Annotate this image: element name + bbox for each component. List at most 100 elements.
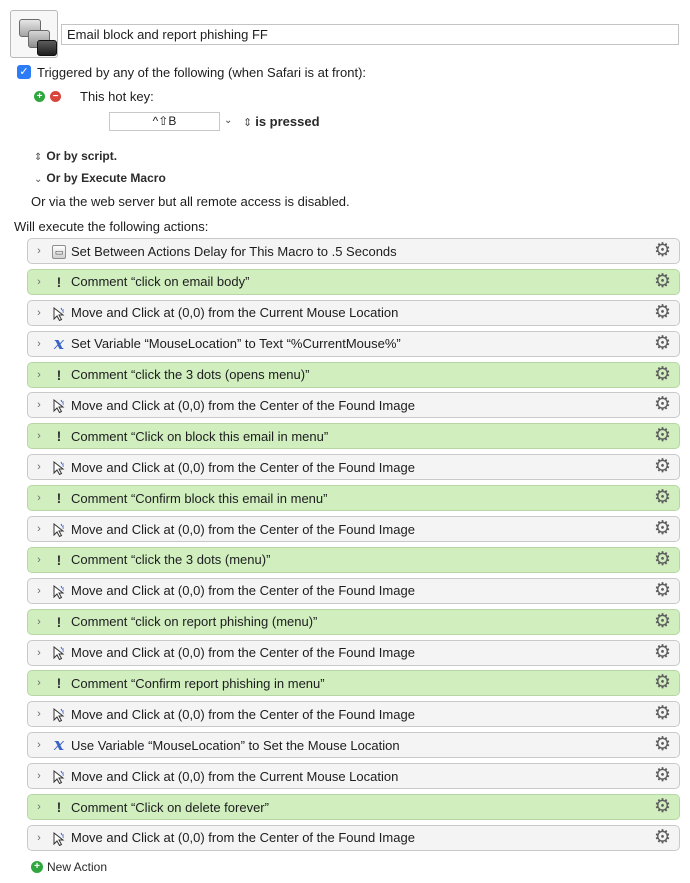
exclamation-icon: !	[56, 675, 62, 692]
action-label: Comment “click on report phishing (menu)…	[71, 614, 318, 630]
action-label: Comment “Click on block this email in me…	[71, 428, 329, 444]
action-row[interactable]: › Move and Click at (0,0) from the Curre…	[27, 763, 680, 790]
disclosure-chevron-icon[interactable]: ›	[28, 647, 50, 659]
trigger-checkbox[interactable]: ✓	[17, 65, 31, 79]
action-label: Comment “click the 3 dots (opens menu)”	[71, 367, 310, 383]
action-row[interactable]: › Move and Click at (0,0) from the Cente…	[27, 516, 680, 543]
hotkey-state-popup[interactable]: ⇕ is pressed	[243, 114, 320, 129]
chevron-down-icon[interactable]: ⌄	[224, 115, 232, 126]
exclamation-icon: !	[56, 366, 62, 383]
action-row[interactable]: › Move and Click at (0,0) from the Cente…	[27, 454, 680, 481]
action-row[interactable]: › Move and Click at (0,0) from the Cente…	[27, 392, 680, 419]
plus-circle-icon: +	[31, 861, 43, 873]
action-row[interactable]: › ! Comment “click on email body” ⚙	[27, 268, 680, 295]
macro-name-field[interactable]: Email block and report phishing FF	[61, 24, 679, 45]
gear-icon[interactable]: ⚙	[654, 365, 671, 384]
action-row[interactable]: › Move and Click at (0,0) from the Cente…	[27, 577, 680, 604]
disclosure-chevron-icon[interactable]: ›	[28, 430, 50, 442]
gear-icon[interactable]: ⚙	[654, 334, 671, 353]
disclosure-chevron-icon[interactable]: ›	[28, 770, 50, 782]
macro-icon[interactable]	[10, 10, 58, 58]
cursor-icon	[50, 830, 68, 846]
disclosure-chevron-icon[interactable]: ›	[28, 338, 50, 350]
action-label: Comment “Click on delete forever”	[71, 799, 269, 815]
action-row[interactable]: › Move and Click at (0,0) from the Cente…	[27, 824, 680, 851]
action-row[interactable]: › x Set Variable “MouseLocation” to Text…	[27, 330, 680, 357]
disclosure-chevron-icon[interactable]: ›	[28, 492, 50, 504]
trigger-label: Triggered by any of the following (when …	[37, 64, 367, 80]
disclosure-chevron-icon[interactable]: ›	[28, 523, 50, 535]
disclosure-chevron-icon[interactable]: ›	[28, 461, 50, 473]
disclosure-chevron-icon[interactable]: ›	[28, 307, 50, 319]
cursor-icon	[50, 645, 68, 661]
action-row[interactable]: › Move and Click at (0,0) from the Curre…	[27, 299, 680, 326]
or-by-script-label: Or by script.	[46, 149, 118, 163]
gear-icon[interactable]: ⚙	[654, 673, 671, 692]
gear-icon[interactable]: ⚙	[654, 612, 671, 631]
variable-x-icon: x	[53, 333, 65, 354]
action-label: Move and Click at (0,0) from the Current…	[71, 305, 399, 321]
disclosure-chevron-icon[interactable]: ›	[28, 399, 50, 411]
gear-icon[interactable]: ⚙	[654, 303, 671, 322]
new-action-button[interactable]: + New Action	[31, 860, 107, 874]
action-row[interactable]: › ! Comment “Confirm block this email in…	[27, 485, 680, 512]
add-trigger-button[interactable]: +	[34, 90, 45, 102]
disclosure-chevron-icon[interactable]: ›	[28, 739, 50, 751]
action-row[interactable]: › ! Comment “Confirm report phishing in …	[27, 670, 680, 697]
cursor-icon	[50, 583, 68, 599]
gear-icon[interactable]: ⚙	[654, 457, 671, 476]
key-shape-bottom	[37, 40, 57, 56]
gear-icon[interactable]: ⚙	[654, 272, 671, 291]
gear-icon[interactable]: ⚙	[654, 581, 671, 600]
action-label: Use Variable “MouseLocation” to Set the …	[71, 737, 400, 753]
gear-icon[interactable]: ⚙	[654, 766, 671, 785]
action-label: Move and Click at (0,0) from the Center …	[71, 645, 415, 661]
action-row[interactable]: › ! Comment “click the 3 dots (opens men…	[27, 361, 680, 388]
action-row[interactable]: › ! Comment “Click on delete forever” ⚙	[27, 794, 680, 821]
disclosure-chevron-icon[interactable]: ›	[28, 245, 50, 257]
gear-icon[interactable]: ⚙	[654, 643, 671, 662]
cursor-icon	[50, 521, 68, 537]
action-row[interactable]: › x Use Variable “MouseLocation” to Set …	[27, 732, 680, 759]
gear-icon[interactable]: ⚙	[654, 426, 671, 445]
action-row[interactable]: › ! Comment “click on report phishing (m…	[27, 608, 680, 635]
disclosure-chevron-icon[interactable]: ›	[28, 832, 50, 844]
gear-icon[interactable]: ⚙	[654, 519, 671, 538]
disclosure-chevron-icon[interactable]: ›	[28, 554, 50, 566]
gear-icon[interactable]: ⚙	[654, 735, 671, 754]
action-label: Move and Click at (0,0) from the Center …	[71, 459, 415, 475]
action-label: Move and Click at (0,0) from the Center …	[71, 583, 415, 599]
disclosure-chevron-icon[interactable]: ›	[28, 585, 50, 597]
gear-icon[interactable]: ⚙	[654, 550, 671, 569]
disclosure-chevron-icon[interactable]: ›	[28, 708, 50, 720]
disclosure-chevron-icon[interactable]: ›	[28, 677, 50, 689]
action-label: Move and Click at (0,0) from the Center …	[71, 830, 415, 846]
gear-icon[interactable]: ⚙	[654, 828, 671, 847]
action-label: Move and Click at (0,0) from the Current…	[71, 768, 399, 784]
or-by-execute-macro-toggle[interactable]: ⌄ Or by Execute Macro	[34, 171, 166, 185]
disclosure-chevron-icon[interactable]: ›	[28, 801, 50, 813]
action-row[interactable]: › Move and Click at (0,0) from the Cente…	[27, 701, 680, 728]
gear-icon[interactable]: ⚙	[654, 704, 671, 723]
action-row[interactable]: › Move and Click at (0,0) from the Cente…	[27, 639, 680, 666]
action-row[interactable]: › ! Comment “Click on block this email i…	[27, 423, 680, 450]
remove-trigger-button[interactable]: −	[50, 90, 61, 102]
trigger-row: ✓ Triggered by any of the following (whe…	[17, 63, 366, 81]
action-row[interactable]: › ! Comment “click the 3 dots (menu)” ⚙	[27, 546, 680, 573]
action-row[interactable]: › ▭ Set Between Actions Delay for This M…	[27, 238, 680, 264]
gear-icon[interactable]: ⚙	[654, 241, 671, 260]
cursor-icon	[50, 768, 68, 784]
action-label: Set Between Actions Delay for This Macro…	[71, 243, 397, 259]
disclosure-chevron-icon[interactable]: ›	[28, 369, 50, 381]
action-label: Move and Click at (0,0) from the Center …	[71, 521, 415, 537]
exclamation-icon: !	[56, 490, 62, 507]
disclosure-chevron-icon[interactable]: ›	[28, 616, 50, 628]
hotkey-field[interactable]: ^⇧B	[109, 112, 220, 131]
disclosure-chevron-icon[interactable]: ›	[28, 276, 50, 288]
or-by-script-toggle[interactable]: ⇕ Or by script.	[34, 149, 117, 163]
exclamation-icon: !	[56, 799, 62, 816]
gear-icon[interactable]: ⚙	[654, 797, 671, 816]
gear-icon[interactable]: ⚙	[654, 488, 671, 507]
action-list: › ▭ Set Between Actions Delay for This M…	[27, 238, 680, 856]
gear-icon[interactable]: ⚙	[654, 395, 671, 414]
